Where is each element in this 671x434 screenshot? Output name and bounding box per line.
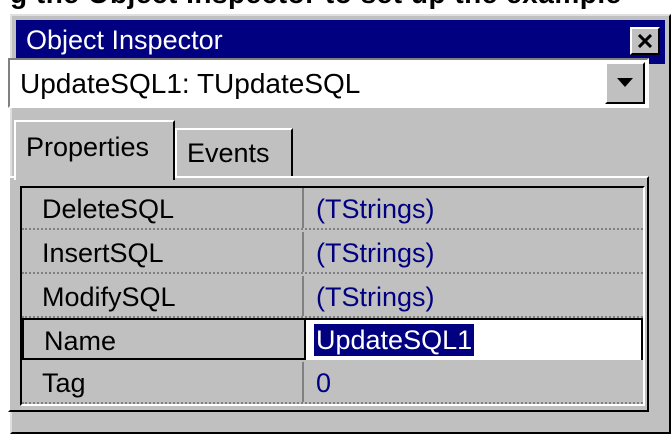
property-name-cell[interactable]: DeleteSQL [22, 188, 304, 228]
clipped-caption-strip: g the Object Inspector to set up the exa… [0, 0, 671, 12]
clipped-caption-text: g the Object Inspector to set up the exa… [10, 0, 622, 10]
property-name: ModifySQL [42, 282, 176, 312]
property-row-tag[interactable]: Tag 0 [22, 362, 643, 404]
property-name: InsertSQL [42, 238, 164, 268]
property-grid: DeleteSQL (TStrings) InsertSQL (TStrings… [20, 186, 645, 406]
property-value-cell[interactable]: 0 [306, 362, 643, 402]
property-name-cell[interactable]: Name [24, 320, 306, 360]
property-row-deletesql[interactable]: DeleteSQL (TStrings) [22, 188, 643, 230]
property-value-cell[interactable]: (TStrings) [306, 276, 643, 316]
component-selector-combo[interactable]: UpdateSQL1: TUpdateSQL [8, 58, 649, 108]
component-selector-value: UpdateSQL1: TUpdateSQL [20, 68, 361, 99]
property-row-name[interactable]: Name UpdateSQL1 [22, 318, 643, 360]
tab-events-label: Events [187, 138, 270, 168]
property-value-cell[interactable]: (TStrings) [306, 188, 643, 228]
close-icon [638, 34, 652, 48]
property-name: Tag [42, 368, 86, 398]
tab-properties-label: Properties [26, 132, 150, 162]
property-name-cell[interactable]: Tag [22, 362, 304, 402]
property-value: 0 [316, 368, 332, 398]
property-value-selected-text[interactable]: UpdateSQL1 [314, 324, 475, 356]
property-row-modifysql[interactable]: ModifySQL (TStrings) [22, 276, 643, 318]
property-name-cell[interactable]: ModifySQL [22, 276, 304, 316]
property-value-cell[interactable]: (TStrings) [306, 232, 643, 272]
property-name: DeleteSQL [42, 194, 175, 224]
property-value: (TStrings) [316, 238, 435, 268]
tab-events[interactable]: Events [175, 128, 293, 178]
combo-dropdown-button[interactable] [605, 62, 645, 104]
property-value: (TStrings) [316, 194, 435, 224]
property-value: (TStrings) [316, 282, 435, 312]
chevron-down-icon [617, 78, 633, 87]
property-name: Name [44, 326, 117, 356]
property-value-editor[interactable]: UpdateSQL1 [306, 320, 641, 360]
close-button[interactable] [630, 27, 660, 55]
property-row-insertsql[interactable]: InsertSQL (TStrings) [22, 232, 643, 274]
window-title: Object Inspector [26, 25, 223, 55]
tab-properties[interactable]: Properties [14, 120, 175, 180]
property-name-cell[interactable]: InsertSQL [22, 232, 304, 272]
